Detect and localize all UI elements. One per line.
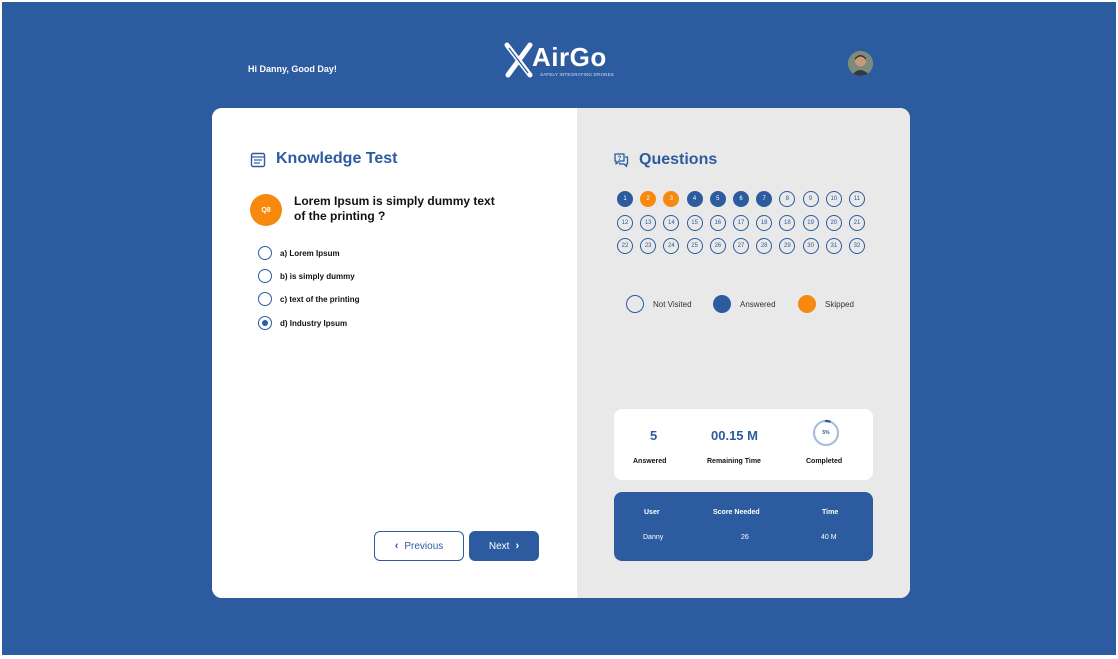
svg-text:?: ?: [618, 156, 622, 162]
score-header-user: User: [644, 509, 660, 516]
app-background: Hi Danny, Good Day! AirGo SAFELY INTEGRA…: [2, 2, 1116, 655]
question-text: Lorem Ipsum is simply dummy text of the …: [294, 194, 514, 224]
radio-button[interactable]: [258, 269, 272, 283]
not-visited-swatch: [626, 295, 644, 313]
legend-label: Not Visited: [653, 299, 692, 309]
answer-option-b[interactable]: b) is simply dummy: [258, 266, 355, 286]
option-label: d) Industry Ipsum: [280, 318, 348, 328]
question-number-not-visited[interactable]: 19: [802, 214, 819, 231]
completion-percent: 5%: [822, 430, 830, 436]
question-number-not-visited[interactable]: 10: [825, 191, 842, 207]
question-number-not-visited[interactable]: 31: [825, 238, 842, 254]
chat-question-icon: ?: [614, 153, 629, 168]
score-cell-user: Danny: [643, 534, 664, 541]
knowledge-test-title: Knowledge Test: [276, 150, 398, 167]
question-number-not-visited[interactable]: 13: [640, 214, 657, 231]
question-number-not-visited[interactable]: 15: [686, 214, 703, 231]
question-number-not-visited[interactable]: 23: [640, 238, 657, 254]
legend-skipped: Skipped: [798, 295, 854, 313]
question-number-not-visited[interactable]: 8: [779, 191, 796, 207]
next-label: Next: [488, 540, 510, 552]
answered-count-label: Answered: [633, 458, 667, 465]
drone-x-icon: [504, 42, 533, 78]
answer-option-a[interactable]: a) Lorem Ipsum: [258, 243, 340, 263]
question-number-not-visited[interactable]: 18: [756, 214, 773, 231]
test-card: Knowledge Test Q8 Lorem Ipsum is simply …: [212, 108, 910, 598]
logo-wordmark: AirGo: [532, 42, 607, 72]
chevron-right-icon: ›: [515, 540, 520, 552]
answer-option-d[interactable]: d) Industry Ipsum: [258, 313, 347, 333]
radio-button-selected[interactable]: [258, 316, 272, 330]
remaining-time-label: Remaining Time: [707, 458, 761, 465]
user-avatar[interactable]: [848, 51, 873, 76]
question-number-not-visited[interactable]: 21: [849, 214, 865, 231]
question-number-not-visited[interactable]: 17: [733, 214, 749, 231]
question-text-line2: of the printing ?: [294, 209, 386, 223]
legend-label: Answered: [740, 299, 776, 309]
option-label: b) is simply dummy: [280, 271, 355, 281]
question-number-skipped[interactable]: 3: [663, 191, 680, 207]
question-number-not-visited[interactable]: 18: [779, 214, 796, 231]
radio-button[interactable]: [258, 292, 272, 306]
progress-summary-card: 5 Answered 00.15 M Remaining Time 5% Com…: [614, 409, 873, 480]
question-number-badge: Q8: [250, 194, 282, 226]
logo-tagline: SAFELY INTEGRATING DRONES: [540, 72, 615, 77]
question-number-not-visited[interactable]: 11: [849, 191, 865, 207]
question-number-answered[interactable]: 4: [686, 191, 703, 207]
score-cell-score: 26: [741, 534, 749, 541]
question-pane: Knowledge Test Q8 Lorem Ipsum is simply …: [212, 108, 577, 598]
questions-pane: ? Questions 1 2 3 4 5 6 7 8 9 10 11 12 13 14 15 16 17 18 1…: [577, 108, 910, 598]
question-number-not-visited[interactable]: 26: [709, 238, 726, 254]
question-number-not-visited[interactable]: 22: [617, 238, 633, 254]
legend-label: Skipped: [825, 299, 854, 309]
question-number-skipped[interactable]: 2: [640, 191, 657, 207]
greeting-text: Hi Danny, Good Day!: [248, 64, 337, 74]
score-header-score: Score Needed: [713, 509, 760, 516]
score-header-time: Time: [822, 509, 839, 516]
document-list-icon: [250, 152, 266, 168]
question-number-not-visited[interactable]: 28: [756, 238, 773, 254]
question-number-not-visited[interactable]: 12: [617, 214, 633, 231]
question-number-not-visited[interactable]: 16: [709, 214, 726, 231]
question-number-not-visited[interactable]: 9: [802, 191, 819, 207]
question-number-not-visited[interactable]: 32: [849, 238, 865, 254]
question-number-not-visited[interactable]: 27: [733, 238, 749, 254]
question-number-answered[interactable]: 7: [756, 191, 773, 207]
question-number-not-visited[interactable]: 30: [802, 238, 819, 254]
option-label: a) Lorem Ipsum: [280, 248, 340, 258]
question-number-answered[interactable]: 5: [709, 191, 726, 207]
option-label: c) text of the printing: [280, 294, 360, 304]
remaining-time-value: 00.15 M: [711, 428, 758, 443]
score-table: User Score Needed Time Danny 26 40 M: [614, 492, 873, 561]
question-number-not-visited[interactable]: 29: [779, 238, 796, 254]
answer-option-c[interactable]: c) text of the printing: [258, 289, 360, 309]
radio-button[interactable]: [258, 246, 272, 260]
score-cell-time: 40 M: [821, 534, 837, 541]
legend-answered: Answered: [713, 295, 776, 313]
question-number-answered[interactable]: 6: [733, 191, 749, 207]
question-number-not-visited[interactable]: 24: [663, 238, 680, 254]
avatar-image: [848, 51, 873, 76]
question-number-not-visited[interactable]: 25: [686, 238, 703, 254]
completion-label: Completed: [806, 458, 843, 465]
question-number-not-visited[interactable]: 14: [663, 214, 680, 231]
previous-label: Previous: [404, 540, 444, 552]
previous-button[interactable]: ‹ Previous: [374, 531, 464, 561]
next-button[interactable]: Next ›: [469, 531, 539, 561]
airgo-logo: AirGo SAFELY INTEGRATING DRONES: [504, 42, 634, 82]
questions-title: Questions: [639, 151, 718, 168]
legend-not-visited: Not Visited: [626, 295, 692, 313]
answered-count: 5: [650, 428, 658, 443]
skipped-swatch: [798, 295, 816, 313]
question-number-answered[interactable]: 1: [617, 191, 633, 207]
answered-swatch: [713, 295, 731, 313]
question-number-not-visited[interactable]: 20: [825, 214, 842, 231]
question-text-line1: Lorem Ipsum is simply dummy text: [294, 194, 495, 208]
chevron-left-icon: ‹: [394, 540, 399, 552]
